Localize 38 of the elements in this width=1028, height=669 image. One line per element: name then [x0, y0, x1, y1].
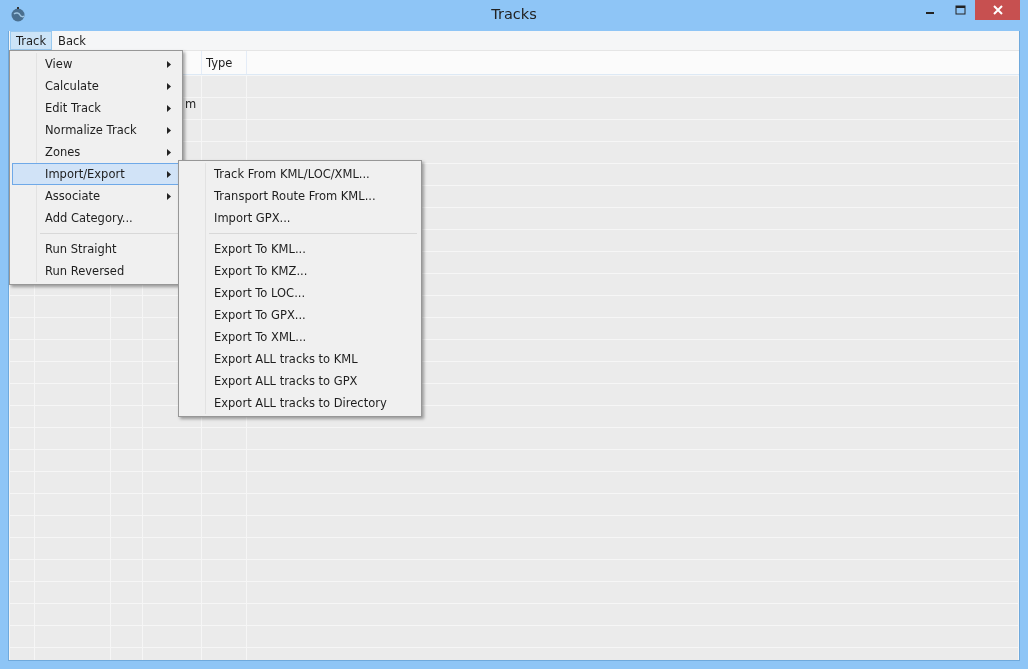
submenu-arrow-icon — [167, 60, 171, 68]
submenu-arrow-icon — [167, 148, 171, 156]
submenu-arrow-icon — [167, 192, 171, 200]
globe-icon — [10, 6, 26, 22]
menu-item[interactable]: Import GPX... — [181, 207, 419, 229]
submenu-arrow-icon — [167, 170, 171, 178]
menu-item[interactable]: Run Straight — [12, 238, 180, 260]
menu-item[interactable]: Export To XML... — [181, 326, 419, 348]
menu-item[interactable]: View — [12, 53, 180, 75]
minimize-icon — [926, 12, 934, 14]
menu-bar-item[interactable]: Track — [10, 31, 53, 50]
close-icon — [992, 5, 1003, 15]
menu-item[interactable]: Export To LOC... — [181, 282, 419, 304]
table-cell: m — [185, 97, 197, 111]
submenu-arrow-icon — [167, 104, 171, 112]
menu-item[interactable]: Transport Route From KML... — [181, 185, 419, 207]
maximize-icon — [954, 5, 966, 15]
menu-item[interactable]: Add Category... — [12, 207, 180, 229]
menu-item[interactable]: Run Reversed — [12, 260, 180, 282]
menu-item[interactable]: Normalize Track — [12, 119, 180, 141]
menu-item[interactable]: Edit Track — [12, 97, 180, 119]
menu-item[interactable]: Import/Export — [12, 163, 180, 185]
menu-item[interactable]: Associate — [12, 185, 180, 207]
menu-item[interactable]: Calculate — [12, 75, 180, 97]
menu-item[interactable]: Zones — [12, 141, 180, 163]
close-button[interactable] — [975, 0, 1020, 20]
menu-bar-item[interactable]: Back — [52, 31, 92, 50]
menu-item[interactable]: Export ALL tracks to KML — [181, 348, 419, 370]
menu-item[interactable]: Export ALL tracks to GPX — [181, 370, 419, 392]
menu-item[interactable]: Export To GPX... — [181, 304, 419, 326]
column-header[interactable]: Type — [206, 55, 233, 70]
menu-item[interactable]: Export ALL tracks to Directory — [181, 392, 419, 414]
menu-item[interactable]: Export To KMZ... — [181, 260, 419, 282]
menu-item[interactable]: Track From KML/LOC/XML... — [181, 163, 419, 185]
submenu-arrow-icon — [167, 126, 171, 134]
submenu-arrow-icon — [167, 82, 171, 90]
window-title: Tracks — [491, 6, 537, 22]
menu-item[interactable]: Export To KML... — [181, 238, 419, 260]
